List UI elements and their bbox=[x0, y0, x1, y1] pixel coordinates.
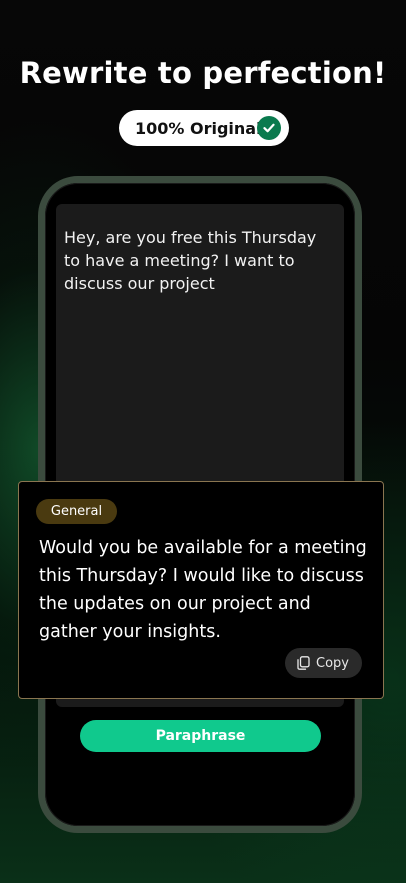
copy-label: Copy bbox=[316, 655, 349, 671]
badge-label: 100% Original bbox=[135, 118, 262, 138]
copy-button[interactable]: Copy bbox=[285, 648, 362, 678]
paraphrased-text: Would you be available for a meeting thi… bbox=[39, 538, 367, 642]
paraphrase-button[interactable]: Paraphrase bbox=[80, 720, 321, 752]
check-circle-icon bbox=[257, 116, 281, 140]
original-badge: 100% Original bbox=[119, 110, 289, 146]
copy-icon bbox=[297, 656, 310, 670]
page-title: Rewrite to perfection! bbox=[19, 56, 387, 90]
tone-tag: General bbox=[36, 499, 117, 524]
input-text: Hey, are you free this Thursday to have … bbox=[64, 228, 317, 293]
